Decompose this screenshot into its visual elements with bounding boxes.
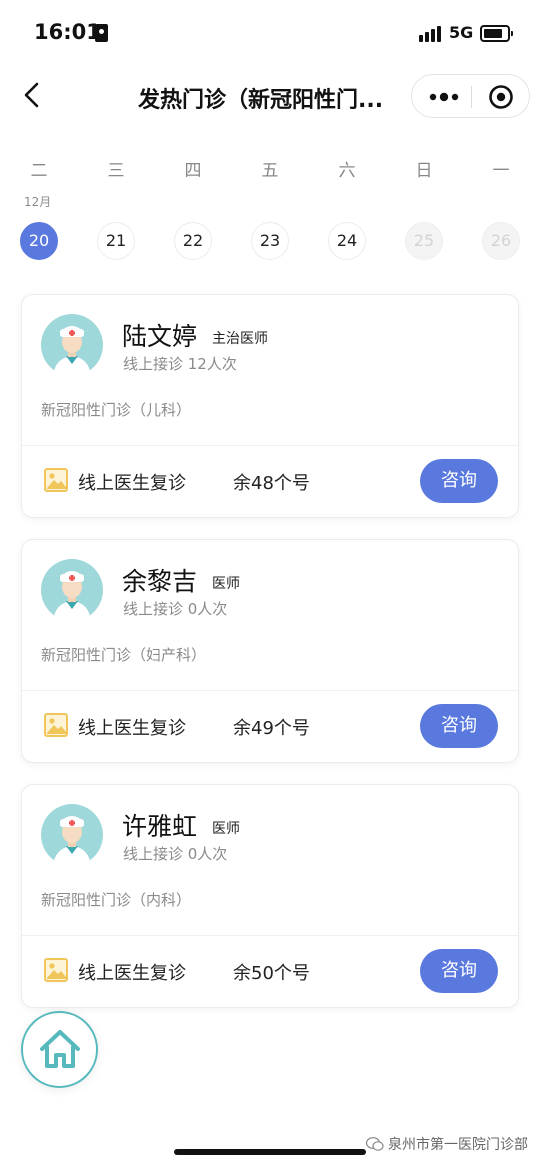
weekday-label: 三: [107, 161, 125, 181]
remaining-slots: 余50个号: [233, 963, 310, 984]
consult-button[interactable]: 咨询: [420, 949, 498, 993]
remaining-slots: 余48个号: [233, 473, 310, 494]
status-time: 16:01: [34, 20, 101, 44]
service-label: 线上医生复诊: [78, 473, 186, 494]
weekday-label: 日: [415, 161, 433, 181]
doctor-stats: 线上接诊 0人次: [123, 845, 228, 863]
date-chip: 26: [482, 222, 520, 260]
watermark: 泉州市第一医院门诊部: [366, 1134, 528, 1154]
network-type: 5G: [449, 23, 474, 42]
image-icon: [43, 712, 69, 738]
doctor-avatar: [41, 559, 103, 621]
doctor-name: 余黎吉: [122, 567, 198, 596]
date-chip[interactable]: 23: [251, 222, 289, 260]
card-divider: [22, 445, 518, 446]
doctor-department: 新冠阳性门诊（儿科）: [41, 401, 192, 419]
card-divider: [22, 690, 518, 691]
image-icon: [43, 957, 69, 983]
doctor-title: 医师: [212, 576, 240, 592]
image-icon: [43, 467, 69, 493]
service-label: 线上医生复诊: [78, 718, 186, 739]
month-label: 12月: [24, 195, 52, 209]
remaining-slots: 余49个号: [233, 718, 310, 739]
weekday-label: 六: [338, 161, 356, 181]
home-icon: [40, 1030, 80, 1068]
doctor-stats: 线上接诊 0人次: [123, 600, 228, 618]
doctor-card[interactable]: 许雅虹 医师 线上接诊 0人次 新冠阳性门诊（内科） 线上医生复诊 余50个号 …: [21, 784, 519, 1008]
doctor-department: 新冠阳性门诊（内科）: [41, 891, 192, 909]
doctor-avatar: [41, 314, 103, 376]
doctor-avatar: [41, 804, 103, 866]
capsule-divider: [471, 86, 472, 108]
doctor-card[interactable]: 余黎吉 医师 线上接诊 0人次 新冠阳性门诊（妇产科） 线上医生复诊 余49个号…: [21, 539, 519, 763]
status-bar: 16:01 5G: [0, 0, 540, 66]
mini-program-capsule: [411, 74, 530, 118]
watermark-text: 泉州市第一医院门诊部: [388, 1137, 528, 1153]
date-chip[interactable]: 22: [174, 222, 212, 260]
home-indicator: [174, 1149, 366, 1155]
back-icon[interactable]: [18, 80, 48, 110]
service-label: 线上医生复诊: [78, 963, 186, 984]
weekday-row: 二 三 四 五 六 日 一: [0, 156, 540, 182]
doctor-title: 医师: [212, 821, 240, 837]
close-target-icon[interactable]: [488, 84, 514, 110]
battery-icon: [480, 25, 513, 42]
home-button[interactable]: [21, 1011, 98, 1088]
weekday-label: 五: [261, 161, 279, 181]
weekday-label: 一: [492, 161, 510, 181]
consult-button[interactable]: 咨询: [420, 459, 498, 503]
date-chip[interactable]: 21: [97, 222, 135, 260]
page-title: 发热门诊（新冠阳性门...: [138, 88, 384, 113]
doctor-title: 主治医师: [212, 331, 268, 347]
doctor-stats: 线上接诊 12人次: [123, 355, 237, 373]
doctor-name: 陆文婷: [122, 322, 198, 351]
weekday-label: 二: [30, 161, 48, 181]
date-chip[interactable]: 20: [20, 222, 58, 260]
orientation-lock-icon: [95, 24, 108, 42]
date-chip: 25: [405, 222, 443, 260]
card-divider: [22, 935, 518, 936]
doctor-department: 新冠阳性门诊（妇产科）: [41, 646, 207, 664]
consult-button[interactable]: 咨询: [420, 704, 498, 748]
more-icon[interactable]: [428, 87, 460, 107]
weekday-label: 四: [184, 161, 202, 181]
doctor-name: 许雅虹: [122, 812, 198, 841]
date-row: 20 21 22 23 24 25 26: [0, 222, 540, 262]
nav-bar: 发热门诊（新冠阳性门...: [0, 66, 540, 126]
date-chip[interactable]: 24: [328, 222, 366, 260]
wechat-icon: [366, 1137, 384, 1151]
doctor-card[interactable]: 陆文婷 主治医师 线上接诊 12人次 新冠阳性门诊（儿科） 线上医生复诊 余48…: [21, 294, 519, 518]
signal-icon: [419, 26, 443, 42]
